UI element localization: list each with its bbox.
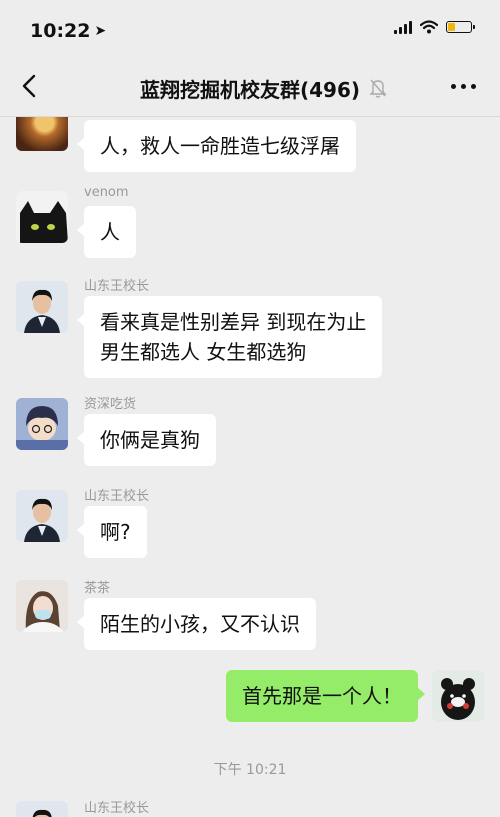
message-bubble[interactable]: 人，救人一命胜造七级浮屠	[77, 120, 356, 172]
person-avatar-icon	[24, 289, 60, 333]
chat-title: 蓝翔挖掘机校友群(496)	[139, 78, 361, 102]
avatar[interactable]	[16, 801, 68, 817]
message-bubble[interactable]: 人	[77, 206, 136, 258]
message-text: 你俩是真狗	[100, 428, 200, 452]
bear-avatar-icon	[432, 670, 484, 722]
sender-name: 山东王校长	[84, 801, 150, 816]
sender-name: 山东王校长	[84, 489, 150, 504]
message-bubble[interactable]: 看来真是性别差异 到现在为止 男生都选人 女生都选狗	[76, 296, 383, 378]
status-time-text: 10:22	[30, 20, 91, 42]
battery-icon	[446, 21, 475, 33]
avatar[interactable]	[16, 490, 68, 542]
message-text-line: 看来真是性别差异 到现在为止	[100, 310, 367, 334]
message-bubble[interactable]: 你俩是真狗	[77, 414, 216, 466]
chat-messages[interactable]: 人，救人一命胜造七级浮屠 venom 人 山东王校长 看来真是性别差异 到现在为…	[0, 117, 500, 817]
my-message-bubble[interactable]: 首先那是一个人！	[226, 670, 425, 722]
sender-name: 资深吃货	[84, 397, 137, 412]
woman-avatar-icon	[16, 580, 68, 632]
cellular-signal-icon	[394, 20, 412, 34]
avatar[interactable]	[16, 398, 68, 450]
avatar[interactable]	[16, 580, 68, 632]
wifi-icon	[420, 20, 438, 34]
avatar[interactable]	[16, 281, 68, 333]
chat-header: 蓝翔挖掘机校友群(496)	[0, 58, 500, 117]
message-text: 啊?	[100, 520, 131, 544]
sender-name: 山东王校长	[84, 279, 150, 294]
message-bubble[interactable]: 陌生的小孩，又不认识	[77, 598, 316, 650]
anime-avatar-icon	[16, 398, 68, 450]
message-text: 人，救人一命胜造七级浮屠	[100, 134, 340, 158]
message-timestamp: 下午 10:21	[213, 762, 287, 778]
black-cat-avatar-icon	[20, 201, 68, 243]
status-bar: 10:22 ➤	[0, 0, 500, 58]
person-avatar-icon	[32, 809, 52, 817]
mute-bell-icon	[369, 79, 387, 98]
avatar[interactable]	[16, 117, 68, 151]
message-text: 陌生的小孩，又不认识	[100, 612, 300, 636]
message-bubble[interactable]: 啊?	[77, 506, 147, 558]
sender-name: 茶茶	[84, 581, 111, 596]
status-icons	[394, 20, 475, 34]
status-time: 10:22 ➤	[30, 20, 106, 42]
more-options-button[interactable]	[451, 84, 476, 89]
message-text-line: 男生都选人 女生都选狗	[100, 340, 307, 364]
avatar[interactable]	[16, 191, 68, 243]
person-avatar-icon	[24, 498, 60, 542]
message-text: 首先那是一个人！	[242, 684, 402, 708]
message-text: 人	[100, 220, 120, 244]
my-avatar[interactable]	[432, 670, 484, 722]
location-arrow-icon: ➤	[94, 23, 107, 39]
battery-level	[448, 23, 455, 31]
sender-name: venom	[84, 185, 129, 200]
